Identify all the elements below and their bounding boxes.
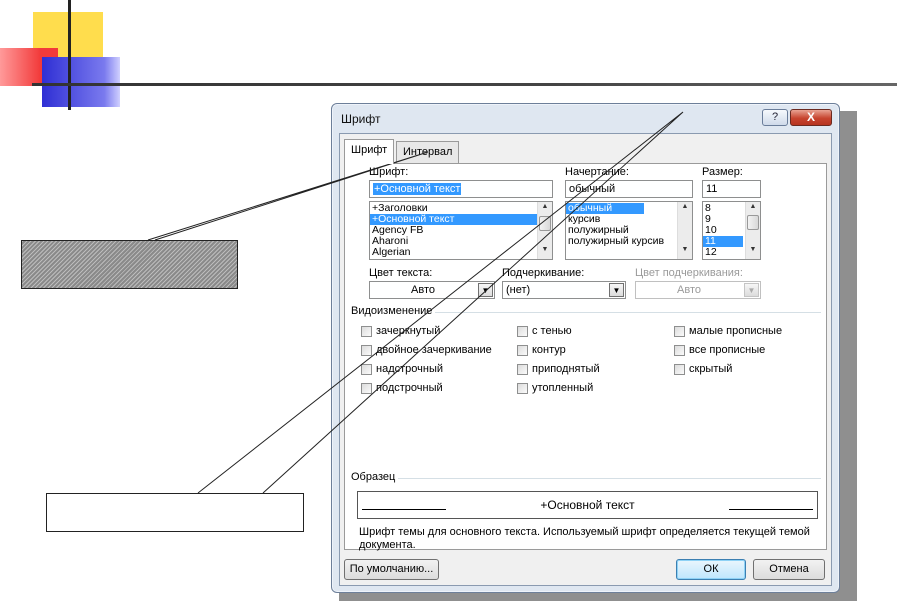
cancel-button[interactable]: Отмена [753,559,825,580]
scroll-down-arrow-icon[interactable]: ▼ [746,246,760,258]
callout-box-empty [46,493,304,532]
help-button[interactable]: ? [762,109,788,126]
font-list-scrollbar[interactable]: ▲ ▼ [537,202,552,259]
callout-box-hatched [21,240,238,289]
dialog-body: Шрифт Интервал Шрифт: +Основной текст +З… [339,133,832,586]
font-color-select[interactable]: Авто ▼ [369,281,495,299]
checkbox-box[interactable] [361,344,372,356]
font-list[interactable]: +Заголовки +Основной текст Agency FB Aha… [369,201,553,260]
underline-value: (нет) [506,284,531,296]
ok-button[interactable]: ОК [676,559,746,580]
font-name-input[interactable]: +Основной текст [369,180,553,198]
checkbox-emboss[interactable]: приподнятый [517,363,600,375]
checkbox-box[interactable] [517,344,528,356]
preview-baseline-right [729,509,813,510]
checkbox-box[interactable] [517,363,528,375]
scroll-thumb[interactable] [747,215,759,230]
checkbox-subscript[interactable]: подстрочный [361,382,443,394]
preview-group-title: Образец [351,471,399,483]
chevron-down-icon[interactable]: ▼ [478,283,493,297]
title-bar: Шрифт ? X [332,104,839,132]
checkbox-box[interactable] [674,344,685,356]
underline-color-select[interactable]: Авто ▼ [635,281,761,299]
checkbox-box[interactable] [517,325,528,337]
checkbox-box[interactable] [517,382,528,394]
size-list[interactable]: 8 9 10 11 12 ▲ ▼ [702,201,761,260]
size-label: Размер: [702,166,743,178]
effects-group-title: Видоизменение [351,305,436,317]
checkbox-superscript[interactable]: надстрочный [361,363,443,375]
checkbox-hidden[interactable]: скрытый [674,363,732,375]
font-label: Шрифт: [369,166,409,178]
underline-color-value: Авто [677,284,701,296]
preview-separator [351,478,821,479]
underline-label: Подчеркивание: [502,267,585,279]
checkbox-double-strikethrough[interactable]: двойное зачеркивание [361,344,492,356]
close-button[interactable]: X [790,109,832,126]
dialog-title: Шрифт [341,112,381,126]
style-list[interactable]: обычный курсив полужирный полужирный кур… [565,201,693,260]
font-dialog: Шрифт ? X Шрифт Интервал Шрифт: +Основно… [331,103,840,593]
scroll-down-arrow-icon[interactable]: ▼ [538,246,552,258]
scroll-down-arrow-icon[interactable]: ▼ [678,246,692,258]
preview-box: +Основной текст [357,491,818,519]
size-list-scrollbar[interactable]: ▲ ▼ [745,202,760,259]
checkbox-small-caps[interactable]: малые прописные [674,325,782,337]
checkbox-strikethrough[interactable]: зачеркнутый [361,325,440,337]
style-input[interactable]: обычный [565,180,693,198]
scroll-up-arrow-icon[interactable]: ▲ [538,203,552,215]
set-default-button[interactable]: По умолчанию... [344,559,439,580]
checkbox-all-caps[interactable]: все прописные [674,344,765,356]
checkbox-box[interactable] [361,325,372,337]
size-input[interactable]: 11 [702,180,761,198]
list-item[interactable]: Algerian [370,247,552,258]
font-name-value: +Основной текст [373,183,462,195]
decor-blue-square [42,57,120,107]
style-list-scrollbar[interactable]: ▲ ▼ [677,202,692,259]
scroll-up-arrow-icon[interactable]: ▲ [678,203,692,215]
checkbox-shadow[interactable]: с тенью [517,325,572,337]
checkbox-box[interactable] [674,325,685,337]
underline-color-label: Цвет подчеркивания: [635,267,743,279]
checkbox-box[interactable] [361,363,372,375]
checkbox-outline[interactable]: контур [517,344,566,356]
style-label: Начертание: [565,166,629,178]
font-color-label: Цвет текста: [369,267,433,279]
decor-horizontal-line [32,83,897,86]
font-color-value: Авто [411,284,435,296]
tab-spacing[interactable]: Интервал [396,141,460,163]
tab-panel-font: Шрифт: +Основной текст +Заголовки +Основ… [344,163,827,551]
chevron-down-icon[interactable]: ▼ [609,283,624,297]
decor-vertical-line [68,0,71,110]
scroll-up-arrow-icon[interactable]: ▲ [746,203,760,215]
checkbox-engrave[interactable]: утопленный [517,382,593,394]
preview-description: Шрифт темы для основного текста. Использ… [359,526,810,551]
tab-font[interactable]: Шрифт [344,139,395,164]
underline-select[interactable]: (нет) ▼ [502,281,626,299]
scroll-thumb[interactable] [539,216,551,231]
chevron-down-icon[interactable]: ▼ [744,283,759,297]
checkbox-box[interactable] [674,363,685,375]
list-item[interactable]: полужирный курсив [566,236,692,247]
checkbox-box[interactable] [361,382,372,394]
